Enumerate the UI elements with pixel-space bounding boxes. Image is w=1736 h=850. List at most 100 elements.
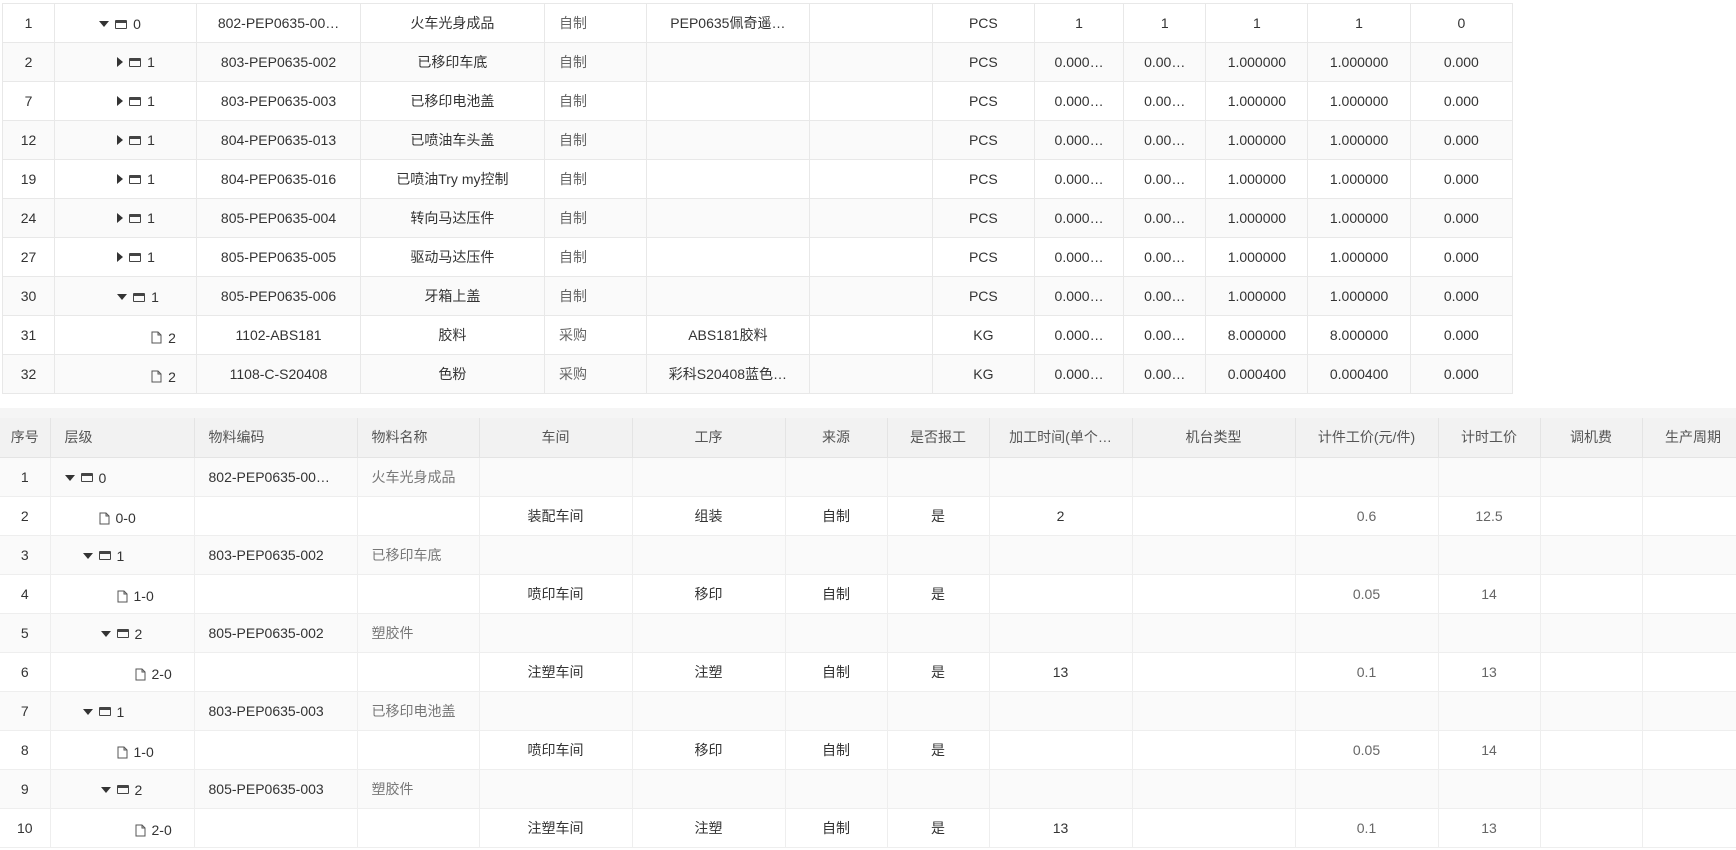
column-header[interactable]: 机台类型 xyxy=(1132,418,1296,458)
column-header[interactable]: 车间 xyxy=(479,418,633,458)
table-row[interactable]: 8 1-0 喷印车间 移印 自制是 0.05 14 xyxy=(0,730,1736,770)
column-header[interactable]: 加工时间(单个… xyxy=(989,418,1133,458)
tree-node[interactable]: 1 xyxy=(82,548,124,564)
processing-time-cell xyxy=(989,535,1133,575)
table-row[interactable]: 7 1 803-PEP0635-003 已移印电池盖 xyxy=(0,691,1736,731)
processing-time-cell xyxy=(989,769,1133,809)
quantity-cell: 0.000 xyxy=(1409,315,1514,355)
tree-node[interactable]: 1 xyxy=(117,93,155,109)
table-row[interactable]: 30 1 805-PEP0635-006 牙箱上盖 自制 PCS 0.000… 0.00… 1.… xyxy=(1,276,1514,316)
machine-type-cell xyxy=(1132,574,1296,614)
level-label: 0-0 xyxy=(115,510,136,526)
table-row[interactable]: 27 1 805-PEP0635-005 驱动马达压件 自制 PCS 0.000… 0.00…… xyxy=(1,237,1514,277)
caret-down-icon[interactable] xyxy=(117,294,128,300)
tree-node[interactable]: 2-0 xyxy=(119,666,172,682)
tree-node[interactable]: 2 xyxy=(135,369,176,385)
quantity-cell: 0.000400 xyxy=(1307,354,1411,394)
table-row[interactable]: 32 2 1108-C-S20408 色粉 采购 彩科S20408蓝色… KG 0.000… 0… xyxy=(1,354,1514,394)
table-row[interactable]: 12 1 804-PEP0635-013 已喷油车头盖 自制 PCS 0.000… 0.00…… xyxy=(1,120,1514,160)
column-header[interactable]: 序号 xyxy=(0,418,51,458)
tree-node[interactable]: 1 xyxy=(117,132,155,148)
process-cell: 移印 xyxy=(632,574,786,614)
material-name-cell: 火车光身成品 xyxy=(359,3,546,43)
production-cycle-cell xyxy=(1642,769,1736,809)
source-cell: 自制 xyxy=(785,730,888,770)
tree-node[interactable]: 1-0 xyxy=(101,588,154,604)
quantity-cell: 0.000… xyxy=(1033,354,1125,394)
column-header[interactable]: 计件工价(元/件) xyxy=(1295,418,1439,458)
tree-node[interactable]: 1 xyxy=(82,703,125,720)
table-row[interactable]: 7 1 803-PEP0635-003 已移印电池盖 自制 PCS 0.000… 0.00… 1… xyxy=(1,81,1514,121)
column-header[interactable]: 物料编码 xyxy=(194,418,358,458)
caret-right-icon[interactable] xyxy=(117,135,124,145)
level-label: 1 xyxy=(116,703,125,720)
material-code-cell: 805-PEP0635-003 xyxy=(194,769,358,809)
column-header[interactable]: 层级 xyxy=(50,418,195,458)
tree-node[interactable]: 1 xyxy=(117,54,155,70)
caret-down-icon[interactable] xyxy=(100,786,111,793)
piece-rate-cell: 0.1 xyxy=(1295,652,1439,692)
table-row[interactable]: 2 1 803-PEP0635-002 已移印车底 自制 PCS 0.000… 0.00… 1.… xyxy=(1,42,1514,82)
caret-down-icon[interactable] xyxy=(64,474,75,481)
setup-fee-cell xyxy=(1540,457,1643,497)
caret-right-icon[interactable] xyxy=(117,57,124,67)
table-row[interactable]: 31 2 1102-ABS181 胶料 采购 ABS181胶料 KG 0.000… 0.00… 8… xyxy=(1,315,1514,355)
material-name-cell: 塑胶件 xyxy=(357,769,480,809)
tree-node[interactable]: 2 xyxy=(100,782,142,798)
empty-cell xyxy=(808,42,933,82)
caret-right-icon[interactable] xyxy=(117,213,124,223)
tree-node[interactable]: 2 xyxy=(135,330,176,346)
tree-node[interactable]: 0-0 xyxy=(83,510,136,526)
column-header[interactable]: 工序 xyxy=(632,418,786,458)
source-cell: 自制 xyxy=(544,120,648,160)
tree-node[interactable]: 0 xyxy=(99,16,141,32)
file-icon xyxy=(135,824,145,836)
material-code-cell: 803-PEP0635-003 xyxy=(194,691,358,731)
material-name-cell xyxy=(357,808,480,848)
tree-node[interactable]: 0 xyxy=(64,470,106,486)
quantity-cell: 1.000000 xyxy=(1307,120,1411,160)
caret-right-icon[interactable] xyxy=(117,96,124,106)
table-row[interactable]: 19 1 804-PEP0635-016 已喷油Try my控制 自制 PCS 0.000…… xyxy=(1,159,1514,199)
table-row[interactable]: 3 1 803-PEP0635-002 已移印车底 xyxy=(0,535,1736,575)
tree-node[interactable]: 2 xyxy=(100,626,142,642)
piece-rate-cell: 0.6 xyxy=(1295,496,1439,536)
column-header[interactable]: 计时工价 xyxy=(1438,418,1541,458)
caret-right-icon[interactable] xyxy=(117,174,124,184)
caret-down-icon[interactable] xyxy=(99,21,110,27)
folder-icon xyxy=(133,292,146,302)
table-row[interactable]: 4 1-0 喷印车间 移印 自制是 0.05 14 xyxy=(0,574,1736,614)
caret-down-icon[interactable] xyxy=(82,708,93,715)
tree-node[interactable]: 2-0 xyxy=(119,822,172,838)
table-row[interactable]: 5 2 805-PEP0635-002 塑胶件 xyxy=(0,613,1736,653)
table-row[interactable]: 1 0 802-PEP0635-00… 火车光身成品 xyxy=(0,457,1736,497)
caret-down-icon[interactable] xyxy=(100,630,111,637)
workshop-cell: 装配车间 xyxy=(479,496,633,536)
caret-down-icon[interactable] xyxy=(82,552,93,559)
tree-node[interactable]: 1 xyxy=(117,210,155,226)
workshop-cell: 喷印车间 xyxy=(479,730,633,770)
table-row[interactable]: 9 2 805-PEP0635-003 塑胶件 xyxy=(0,769,1736,809)
empty-cell xyxy=(808,276,933,316)
material-name-cell: 塑胶件 xyxy=(357,613,480,653)
table-row[interactable]: 1 0 802-PEP0635-00… 火车光身成品 自制 PEP0635佩奇遥… PCS 1… xyxy=(1,3,1514,43)
source-cell: 自制 xyxy=(785,574,888,614)
processing-time-cell xyxy=(989,613,1133,653)
tree-node[interactable]: 1 xyxy=(117,289,159,305)
column-header[interactable]: 物料名称 xyxy=(357,418,480,458)
caret-right-icon[interactable] xyxy=(117,252,124,262)
column-header[interactable]: 来源 xyxy=(785,418,888,458)
column-header[interactable]: 调机费 xyxy=(1540,418,1643,458)
table-row[interactable]: 10 2-0 注塑车间 注塑 自制是 13 0.1 13 xyxy=(0,808,1736,848)
table-row[interactable]: 24 1 805-PEP0635-004 转向马达压件 自制 PCS 0.000… 0.00…… xyxy=(1,198,1514,238)
column-header[interactable]: 是否报工 xyxy=(887,418,990,458)
table-row[interactable]: 2 0-0 装配车间 组装 自制是 2 0.6 12.5 xyxy=(0,496,1736,536)
unit-cell: PCS xyxy=(931,198,1035,238)
tree-node[interactable]: 1 xyxy=(117,249,155,265)
tree-node[interactable]: 1 xyxy=(117,171,155,187)
table-row[interactable]: 6 2-0 注塑车间 注塑 自制是 13 0.1 13 xyxy=(0,652,1736,692)
column-header[interactable]: 生产周期 xyxy=(1642,418,1736,458)
tree-node[interactable]: 1-0 xyxy=(101,744,154,760)
material-name-cell: 已喷油车头盖 xyxy=(359,120,546,160)
setup-fee-cell xyxy=(1540,535,1643,575)
